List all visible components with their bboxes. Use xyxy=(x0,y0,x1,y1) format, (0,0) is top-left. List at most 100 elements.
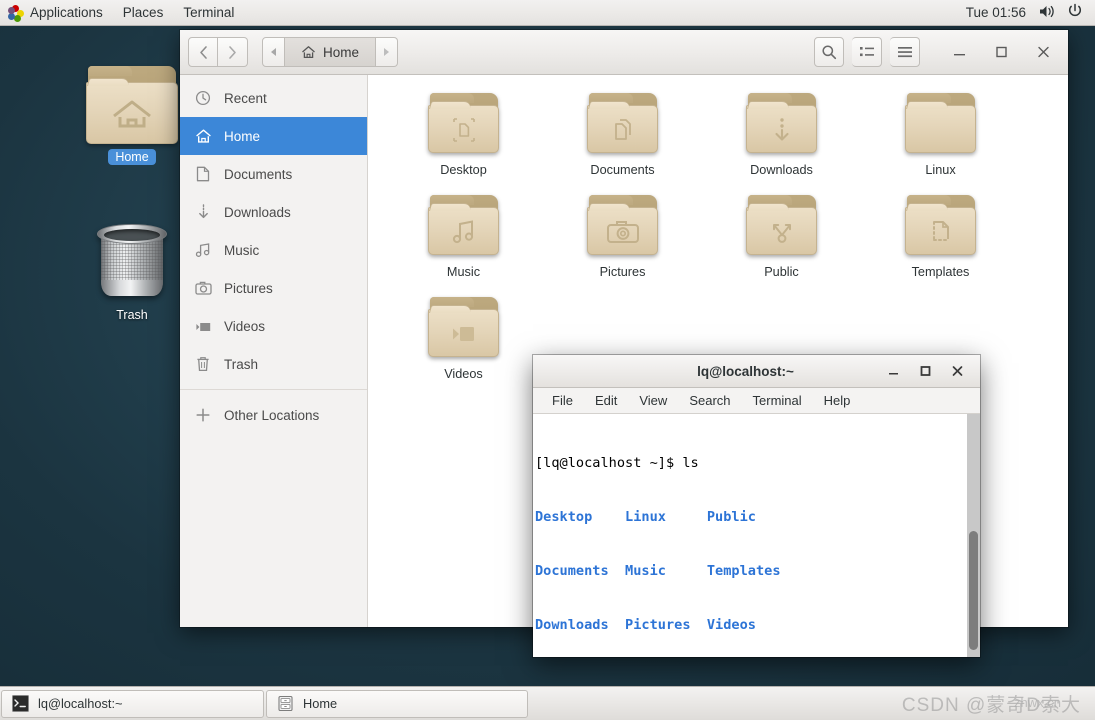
view-list-button[interactable] xyxy=(852,37,882,67)
terminal-minimize-button[interactable] xyxy=(878,357,908,385)
sidebar-item-trash-label: Trash xyxy=(224,356,259,372)
folder-templates-icon xyxy=(904,195,978,257)
file-item-downloads[interactable]: Downloads xyxy=(702,89,861,177)
taskbar-item-home[interactable]: Home xyxy=(266,689,528,718)
sidebar-item-documents[interactable]: Documents xyxy=(180,155,367,193)
desktop-icon-home[interactable]: Home xyxy=(80,66,184,166)
sidebar-item-other-locations-label: Other Locations xyxy=(224,407,320,423)
taskbar-item-home-label: Home xyxy=(303,696,338,711)
terminal-prompt: [lq@localhost ~]$ xyxy=(535,455,683,471)
file-grid: Desktop Documents Downloads Linux Music … xyxy=(368,89,1068,381)
taskbar-item-terminal-label: lq@localhost:~ xyxy=(38,696,123,711)
sidebar-divider xyxy=(180,389,367,390)
places-menu[interactable]: Places xyxy=(113,0,174,26)
sidebar-item-home[interactable]: Home xyxy=(180,117,367,155)
terminal-menu-terminal[interactable]: Terminal xyxy=(742,388,813,414)
terminal-output-row-1: Desktop Linux Public xyxy=(535,509,756,525)
sidebar-item-trash[interactable]: Trash xyxy=(180,345,367,383)
terminal-menu-help[interactable]: Help xyxy=(813,388,862,414)
terminal-window-controls xyxy=(878,357,980,385)
sidebar-item-recent-label: Recent xyxy=(224,90,267,106)
file-item-music[interactable]: Music xyxy=(384,191,543,279)
folder-desktop-icon xyxy=(427,93,501,155)
terminal-menu-search[interactable]: Search xyxy=(678,388,741,414)
terminal-menu[interactable]: Terminal xyxy=(173,0,244,26)
terminal-output-row-3: Downloads Pictures Videos xyxy=(535,617,756,633)
pathbar-scroll-left-button[interactable] xyxy=(262,37,285,67)
taskbar-item-terminal[interactable]: lq@localhost:~ xyxy=(1,689,264,718)
file-item-videos-label: Videos xyxy=(444,367,483,381)
home-icon xyxy=(194,127,212,145)
folder-plain-icon xyxy=(904,93,978,155)
desktop-icon-trash[interactable]: Trash xyxy=(80,218,184,324)
sidebar-item-downloads[interactable]: Downloads xyxy=(180,193,367,231)
file-item-linux-label: Linux xyxy=(925,163,956,177)
sidebar-item-recent[interactable]: Recent xyxy=(180,79,367,117)
volume-icon[interactable] xyxy=(1038,4,1055,22)
video-icon xyxy=(194,317,212,335)
back-button[interactable] xyxy=(188,37,218,67)
forward-button[interactable] xyxy=(218,37,248,67)
search-button[interactable] xyxy=(814,37,844,67)
clock-icon xyxy=(194,89,212,107)
sidebar-item-music[interactable]: Music xyxy=(180,231,367,269)
terminal-menu-label: Terminal xyxy=(183,5,235,20)
panel-status-area: Tue 01:56 xyxy=(966,3,1095,22)
top-panel: Applications Places Terminal Tue 01:56 xyxy=(0,0,1095,26)
menu-button[interactable] xyxy=(890,37,920,67)
file-item-pictures[interactable]: Pictures xyxy=(543,191,702,279)
file-item-documents[interactable]: Documents xyxy=(543,89,702,177)
pathbar-scroll-right-button[interactable] xyxy=(376,37,399,67)
applications-menu-label: Applications xyxy=(30,5,103,20)
terminal-screen[interactable]: [lq@localhost ~]$ ls Desktop Linux Publi… xyxy=(533,414,980,657)
hamburger-icon xyxy=(897,47,912,58)
terminal-scrollbar-thumb[interactable] xyxy=(969,530,978,650)
applications-menu[interactable]: Applications xyxy=(0,0,113,26)
file-manager-minimize-button[interactable] xyxy=(942,36,976,68)
terminal-menu-file[interactable]: File xyxy=(541,388,584,414)
file-manager-headerbar: Home xyxy=(180,30,1068,75)
sidebar-item-videos-label: Videos xyxy=(224,318,266,334)
file-item-linux[interactable]: Linux xyxy=(861,89,1020,177)
sidebar-item-pictures-label: Pictures xyxy=(224,280,273,296)
home-icon xyxy=(302,46,315,59)
file-item-videos[interactable]: Videos xyxy=(384,293,543,381)
sidebar-item-pictures[interactable]: Pictures xyxy=(180,269,367,307)
fedora-applications-icon xyxy=(8,4,24,22)
terminal-titlebar[interactable]: lq@localhost:~ xyxy=(533,355,980,388)
power-icon[interactable] xyxy=(1067,3,1083,22)
terminal-close-button[interactable] xyxy=(942,357,972,385)
folder-videos-icon xyxy=(427,297,501,359)
folder-music-icon xyxy=(427,195,501,257)
terminal-maximize-button[interactable] xyxy=(910,357,940,385)
terminal-command: ls xyxy=(682,455,699,471)
folder-public-icon xyxy=(745,195,819,257)
music-note-icon xyxy=(194,241,212,259)
sidebar-item-downloads-label: Downloads xyxy=(224,204,291,220)
sidebar-item-other-locations[interactable]: Other Locations xyxy=(180,396,367,434)
trash-icon xyxy=(194,355,212,373)
file-item-documents-label: Documents xyxy=(590,163,655,177)
terminal-line-command: [lq@localhost ~]$ ls xyxy=(535,454,974,472)
file-manager-maximize-button[interactable] xyxy=(984,36,1018,68)
sidebar-item-music-label: Music xyxy=(224,242,260,258)
search-icon xyxy=(822,45,837,60)
sidebar-item-videos[interactable]: Videos xyxy=(180,307,367,345)
document-icon xyxy=(194,165,212,183)
clock[interactable]: Tue 01:56 xyxy=(966,5,1026,20)
sidebar: Recent Home Documents Downloads Music Pi… xyxy=(180,75,368,627)
file-item-desktop[interactable]: Desktop xyxy=(384,89,543,177)
taskbar: lq@localhost:~ Home CSDN @蒙奇D索大 zhwx.cn xyxy=(0,686,1095,720)
plus-icon xyxy=(194,406,212,424)
camera-icon xyxy=(194,279,212,297)
file-item-templates[interactable]: Templates xyxy=(861,191,1020,279)
breadcrumb-item-home[interactable]: Home xyxy=(285,37,377,67)
file-manager-close-button[interactable] xyxy=(1026,36,1060,68)
desktop-icon-trash-label: Trash xyxy=(116,308,148,322)
terminal-menu-edit[interactable]: Edit xyxy=(584,388,628,414)
terminal-menu-view[interactable]: View xyxy=(628,388,678,414)
navigation-buttons xyxy=(188,37,248,67)
file-item-public[interactable]: Public xyxy=(702,191,861,279)
terminal-title: lq@localhost:~ xyxy=(697,363,794,379)
terminal-scrollbar[interactable] xyxy=(967,414,980,657)
